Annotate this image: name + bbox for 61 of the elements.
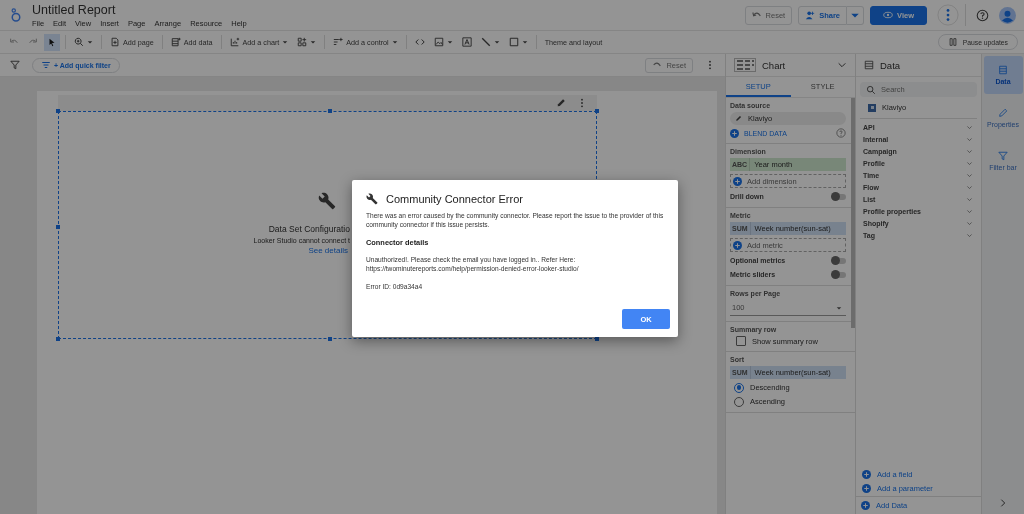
eye-icon <box>883 10 894 20</box>
square-icon <box>508 37 519 47</box>
caret-icon <box>493 39 500 45</box>
undo-icon <box>751 10 762 20</box>
chart-plus-icon <box>229 37 240 47</box>
filter-icon[interactable] <box>10 60 20 70</box>
page-plus-icon <box>110 37 120 47</box>
more-options-icon[interactable] <box>937 4 959 26</box>
line-icon <box>480 37 491 47</box>
chevron-down-icon[interactable] <box>837 60 847 70</box>
plus-icon <box>733 240 742 250</box>
toggle-switch[interactable] <box>832 193 846 200</box>
panel-title: Chart <box>762 59 786 71</box>
table-icon <box>864 60 874 70</box>
data-source-icon <box>868 103 876 112</box>
caret-icon <box>446 39 453 45</box>
toggle-switch[interactable] <box>832 257 846 264</box>
report-title[interactable]: Untitled Report <box>32 2 247 18</box>
panel-title: Data <box>880 59 901 71</box>
pencil-icon <box>998 108 1008 118</box>
caret-icon <box>87 39 93 45</box>
image-icon <box>433 37 444 47</box>
chart-error-title: Data Set Configuratio <box>268 224 350 234</box>
plus-icon <box>733 176 742 186</box>
plus-icon <box>862 470 871 479</box>
text-box-icon <box>461 37 472 47</box>
person-plus-icon <box>805 10 816 20</box>
see-details-link[interactable]: See details <box>308 246 348 255</box>
caret-icon <box>310 39 317 45</box>
plus-icon <box>861 501 870 510</box>
add-icon[interactable] <box>730 128 739 138</box>
plus-icon <box>862 484 871 493</box>
zoom-icon <box>74 37 84 47</box>
filter-lines-icon <box>41 60 51 70</box>
pencil-icon[interactable] <box>556 98 566 108</box>
checkbox[interactable] <box>736 336 746 346</box>
select-tool-button[interactable] <box>44 33 60 51</box>
pause-icon <box>947 37 958 47</box>
table-chart-icon[interactable] <box>734 58 756 72</box>
filter-icon <box>998 151 1008 161</box>
help-icon[interactable] <box>976 8 989 22</box>
code-icon <box>414 37 425 47</box>
caret-icon <box>282 39 289 45</box>
search-icon <box>866 84 876 95</box>
pencil-icon <box>735 115 742 122</box>
table-icon <box>998 65 1008 75</box>
logo-icon[interactable] <box>10 7 22 23</box>
caret-icon <box>521 39 528 45</box>
dialog-title: Community Connector Error <box>386 193 523 205</box>
table-plus-icon <box>170 37 181 47</box>
sliders-plus-icon <box>333 37 344 47</box>
grid-plus-icon <box>297 37 308 47</box>
share-menu-button[interactable] <box>847 5 865 25</box>
avatar-icon[interactable] <box>999 6 1016 24</box>
pointer-icon <box>47 37 57 47</box>
wrench-icon <box>366 193 378 205</box>
wrench-icon <box>318 192 336 210</box>
chevron-right-icon[interactable] <box>998 498 1008 508</box>
caret-icon <box>836 304 842 311</box>
caret-icon <box>391 39 398 45</box>
toggle-switch[interactable] <box>832 271 846 278</box>
